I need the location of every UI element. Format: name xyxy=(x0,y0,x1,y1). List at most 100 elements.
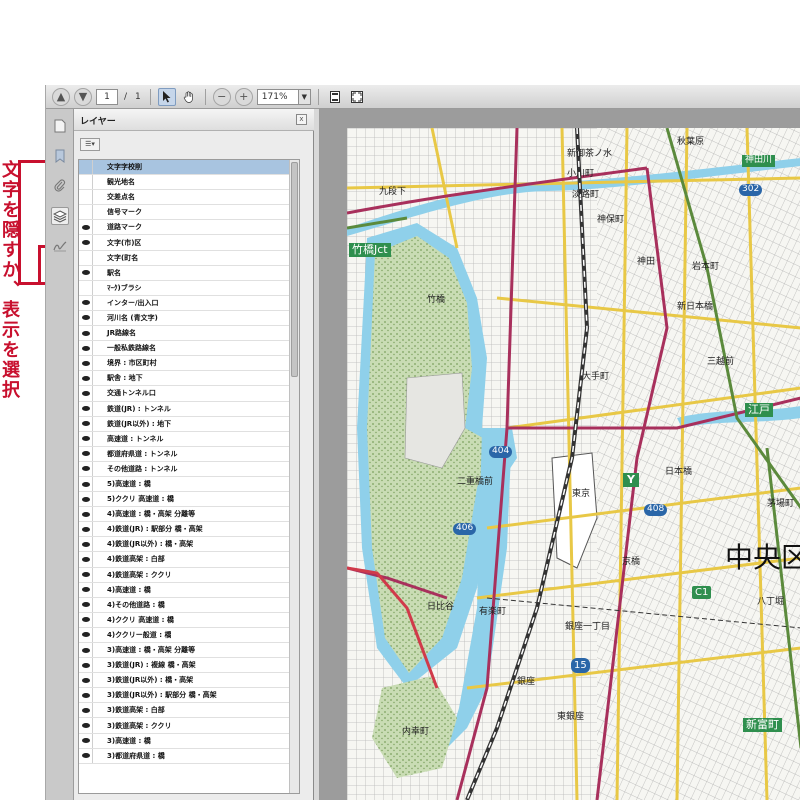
layer-row[interactable]: 3)鉄道(JR以外) : 駅部分 橋・高架 xyxy=(79,688,299,704)
visibility-toggle[interactable] xyxy=(79,658,93,673)
visibility-toggle[interactable] xyxy=(79,552,93,567)
layer-row[interactable]: 観光地名 xyxy=(79,175,299,191)
layer-row[interactable]: 駅名 xyxy=(79,265,299,281)
layer-row[interactable]: 都道府県道 : トンネル xyxy=(79,446,299,462)
layer-row[interactable]: 3)鉄道高架 : ククリ xyxy=(79,718,299,734)
visibility-toggle[interactable] xyxy=(79,522,93,537)
visibility-toggle[interactable] xyxy=(79,310,93,326)
layer-row[interactable]: その他道路 : トンネル xyxy=(79,461,299,477)
scrollbar-thumb[interactable] xyxy=(291,162,298,377)
visibility-toggle[interactable] xyxy=(79,371,93,386)
visibility-toggle[interactable] xyxy=(79,190,93,205)
layer-row[interactable]: 4)鉄道高架 : 白部 xyxy=(79,552,299,568)
layer-row[interactable]: 4)鉄道(JR) : 駅部分 橋・高架 xyxy=(79,522,299,538)
page-number-input[interactable]: 1 xyxy=(96,88,118,105)
visibility-toggle[interactable] xyxy=(79,612,93,627)
bookmarks-icon[interactable] xyxy=(51,147,69,165)
zoom-level-field[interactable]: 171% xyxy=(256,88,299,105)
layer-row[interactable]: 3)鉄道(JR以外) : 橋・高架 xyxy=(79,673,299,689)
visibility-toggle[interactable] xyxy=(79,280,93,295)
hand-tool-icon[interactable] xyxy=(180,88,198,106)
visibility-toggle[interactable] xyxy=(79,718,93,733)
layer-row[interactable]: 高速道 : トンネル xyxy=(79,431,299,447)
layer-row[interactable]: 文字字校削 xyxy=(79,160,299,176)
visibility-toggle[interactable] xyxy=(79,416,93,431)
layer-row[interactable]: 一般私鉄路線名 xyxy=(79,341,299,357)
visibility-toggle[interactable] xyxy=(79,507,93,522)
visibility-toggle[interactable] xyxy=(79,597,93,612)
panel-close-icon[interactable]: x xyxy=(296,114,307,125)
layer-row[interactable]: 5)高速道 : 橋 xyxy=(79,476,299,493)
fit-page-icon[interactable] xyxy=(326,88,344,106)
layer-row[interactable]: インター/出入口 xyxy=(79,295,299,311)
visibility-toggle[interactable] xyxy=(79,341,93,356)
layer-row[interactable]: 交差点名 xyxy=(79,190,299,206)
layers-icon[interactable] xyxy=(51,207,69,225)
layer-row[interactable]: 4)鉄道(JR以外) : 橋・高架 xyxy=(79,537,299,553)
layer-row[interactable]: 文字(市)区 xyxy=(79,235,299,251)
layer-row[interactable]: 信号マーク xyxy=(79,205,299,221)
visibility-toggle[interactable] xyxy=(79,446,93,461)
layer-row[interactable]: 3)鉄道(JR) : 複線 橋・高架 xyxy=(79,658,299,674)
visibility-toggle[interactable] xyxy=(79,326,93,341)
visibility-toggle[interactable] xyxy=(79,356,93,371)
visibility-toggle[interactable] xyxy=(79,401,93,416)
layer-row[interactable]: 4)ククリー般道 : 橋 xyxy=(79,627,299,643)
layer-row[interactable]: 文字(町名 xyxy=(79,250,299,266)
visibility-toggle[interactable] xyxy=(79,265,93,280)
layer-row[interactable]: 4)鉄道高架 : ククリ xyxy=(79,567,299,583)
visibility-toggle[interactable] xyxy=(79,386,93,401)
layer-list-scrollbar[interactable] xyxy=(289,160,299,793)
visibility-toggle[interactable] xyxy=(79,205,93,220)
visibility-toggle[interactable] xyxy=(79,567,93,582)
attachments-icon[interactable] xyxy=(51,177,69,195)
layer-row[interactable]: 境界 : 市区町村 xyxy=(79,356,299,372)
visibility-toggle[interactable] xyxy=(79,733,93,748)
select-tool-icon[interactable] xyxy=(157,87,176,106)
layer-row[interactable]: 3)高速道 : 橋 xyxy=(79,733,299,749)
visibility-toggle[interactable] xyxy=(79,643,93,658)
visibility-toggle[interactable] xyxy=(79,250,93,265)
visibility-toggle[interactable] xyxy=(79,688,93,703)
layer-row[interactable]: 3)都道府県道 : 橋 xyxy=(79,748,299,764)
pages-icon[interactable] xyxy=(51,117,69,135)
visibility-toggle[interactable] xyxy=(79,673,93,688)
visibility-toggle[interactable] xyxy=(79,582,93,597)
visibility-toggle[interactable] xyxy=(79,476,93,492)
full-screen-icon[interactable] xyxy=(348,88,366,106)
visibility-toggle[interactable] xyxy=(79,220,93,235)
layer-row[interactable]: 5)ククリ 高速道 : 橋 xyxy=(79,492,299,508)
layer-row[interactable]: 3)高速道 : 橋・高架 分離等 xyxy=(79,643,299,659)
layer-row[interactable]: 道路マーク xyxy=(79,220,299,236)
zoom-dropdown-arrow-icon[interactable]: ▼ xyxy=(298,88,311,105)
visibility-toggle[interactable] xyxy=(79,627,93,642)
visibility-toggle[interactable] xyxy=(79,748,93,763)
layer-row[interactable]: 駅舎 : 地下 xyxy=(79,371,299,387)
layer-row[interactable]: 鉄道(JR) : トンネル xyxy=(79,401,299,417)
visibility-toggle[interactable] xyxy=(79,461,93,476)
visibility-toggle[interactable] xyxy=(79,295,93,310)
layer-row[interactable]: JR路線名 xyxy=(79,326,299,342)
layer-row[interactable]: 4)高速道 : 橋・高架 分離等 xyxy=(79,507,299,523)
prev-page-button[interactable]: ▲ xyxy=(52,87,70,106)
layer-row[interactable]: 鉄道(JR以外) : 地下 xyxy=(79,416,299,432)
next-page-button[interactable]: ▼ xyxy=(74,87,92,106)
layer-row[interactable]: 交通トンネル口 xyxy=(79,386,299,402)
layer-row[interactable]: 4)ククリ 高速道 : 橋 xyxy=(79,612,299,628)
zoom-in-button[interactable]: + xyxy=(234,87,253,106)
options-menu-icon[interactable]: ☰▾ xyxy=(80,138,100,151)
visibility-toggle[interactable] xyxy=(79,537,93,552)
layer-row[interactable]: 3)鉄道高架 : 白部 xyxy=(79,703,299,719)
visibility-toggle[interactable] xyxy=(79,160,93,175)
layer-row[interactable]: 河川名 (青文字) xyxy=(79,310,299,327)
layer-row[interactable]: 4)その他道路 : 橋 xyxy=(79,597,299,613)
signatures-icon[interactable] xyxy=(51,237,69,255)
layer-row[interactable]: 4)高速道 : 橋 xyxy=(79,582,299,598)
visibility-toggle[interactable] xyxy=(79,431,93,446)
visibility-toggle[interactable] xyxy=(79,235,93,250)
zoom-out-button[interactable]: − xyxy=(212,87,231,106)
visibility-toggle[interactable] xyxy=(79,175,93,190)
visibility-toggle[interactable] xyxy=(79,703,93,718)
layer-row[interactable]: ﾏｰｸ)ブラシ xyxy=(79,280,299,296)
visibility-toggle[interactable] xyxy=(79,492,93,507)
